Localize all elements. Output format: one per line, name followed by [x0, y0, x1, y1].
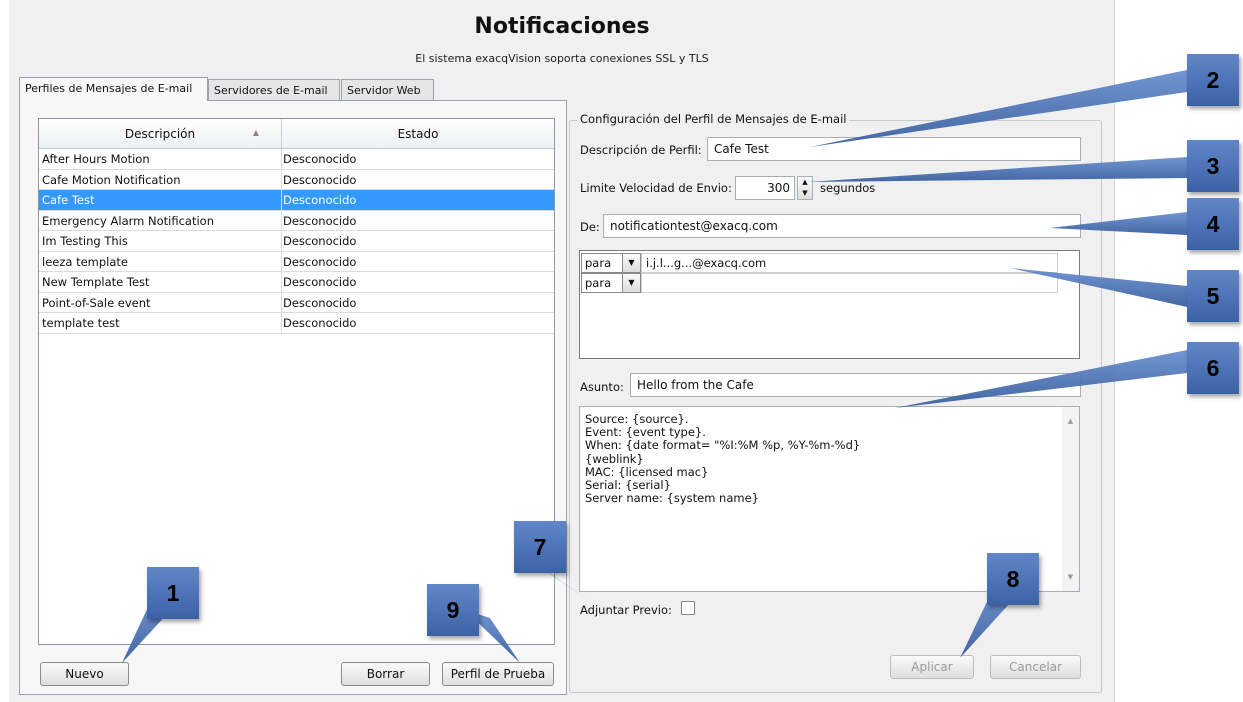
callout-8: 8: [987, 553, 1039, 605]
callout-arrow-3: [808, 157, 1187, 182]
callout-arrow-2: [810, 70, 1187, 147]
callout-1: 1: [147, 567, 199, 619]
callout-5: 5: [1187, 270, 1239, 322]
callout-arrow-5: [1010, 268, 1187, 307]
callout-9: 9: [427, 584, 479, 636]
callout-6: 6: [1187, 342, 1239, 394]
callout-4: 4: [1187, 198, 1239, 250]
callout-7: 7: [514, 521, 566, 573]
callout-arrow-6: [895, 350, 1187, 408]
callout-3: 3: [1187, 140, 1239, 192]
callout-arrow-4: [1050, 212, 1187, 235]
callout-2: 2: [1187, 54, 1239, 106]
